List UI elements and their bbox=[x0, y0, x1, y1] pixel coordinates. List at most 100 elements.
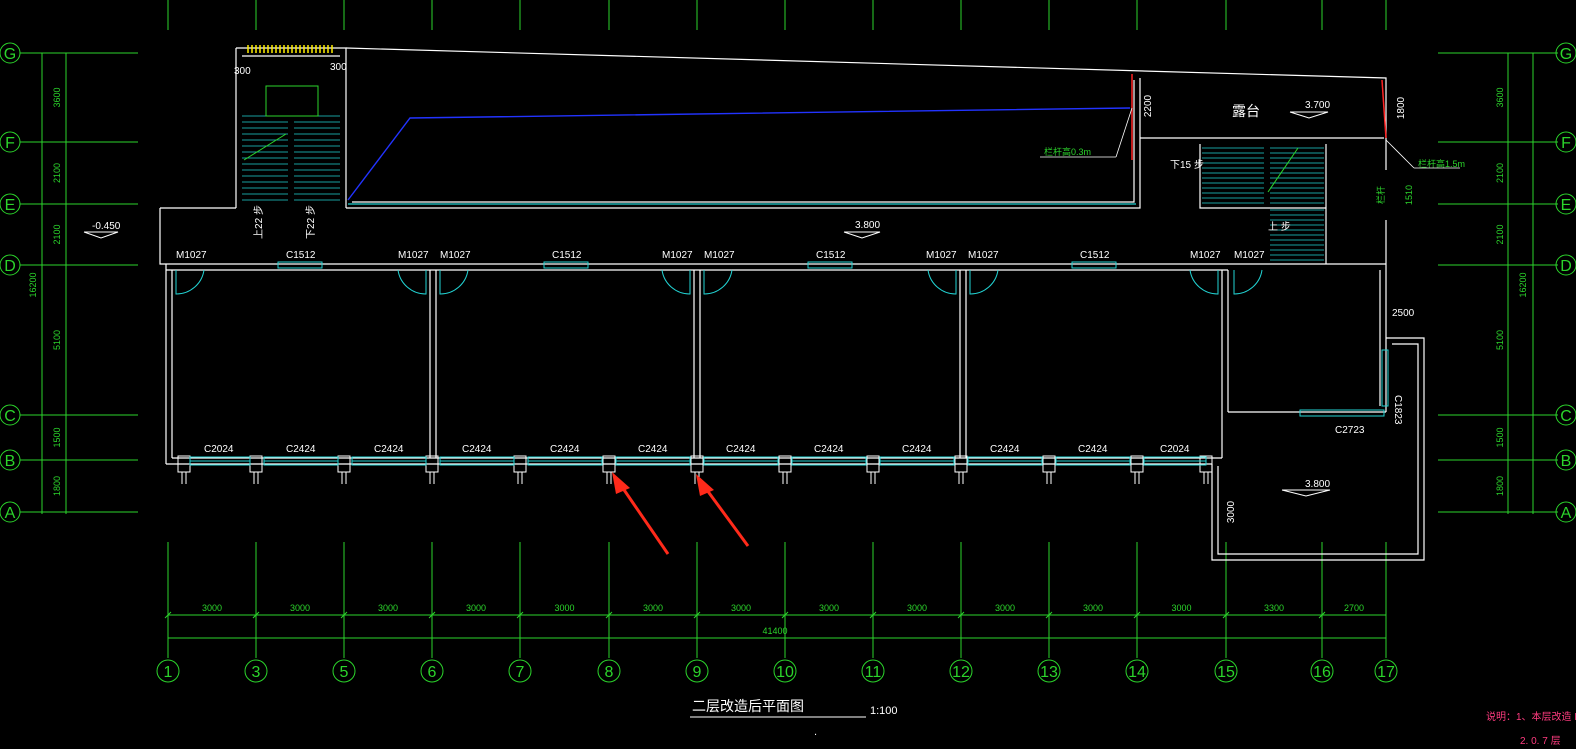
side-small-dim: 1510 bbox=[1404, 185, 1414, 205]
row-bubble-f-left: F bbox=[0, 131, 21, 153]
svg-text:10: 10 bbox=[776, 664, 794, 681]
dim-300-a: 300 bbox=[234, 66, 251, 77]
door-swing bbox=[439, 269, 469, 295]
right-dim: 3600 bbox=[1495, 87, 1505, 107]
svg-text:B: B bbox=[5, 453, 16, 470]
column-bubble-5: 5 bbox=[332, 659, 356, 683]
window-bottom-tag: C2024 bbox=[204, 444, 234, 455]
window-bottom-tag: C2424 bbox=[462, 444, 492, 455]
window-top bbox=[277, 261, 323, 269]
elevation-label-2: 3.800 bbox=[855, 220, 880, 231]
svg-text:8: 8 bbox=[605, 664, 614, 681]
svg-text:16: 16 bbox=[1313, 664, 1331, 681]
drawing-note-line2: 2. 0. 7 层 bbox=[1520, 735, 1561, 747]
column-bubble-16: 16 bbox=[1310, 659, 1334, 683]
window-bottom-tag: C2424 bbox=[1078, 444, 1108, 455]
door-swing bbox=[703, 269, 733, 295]
svg-text:7: 7 bbox=[516, 664, 525, 681]
dim-3000: 3000 bbox=[1226, 500, 1237, 523]
column-bubble-7: 7 bbox=[508, 659, 532, 683]
svg-text:F: F bbox=[5, 135, 15, 152]
column-bubble-11: 11 bbox=[861, 659, 885, 683]
right-total-dim: 16200 bbox=[1518, 272, 1528, 297]
svg-text:F: F bbox=[1561, 135, 1571, 152]
bay-dim: 2700 bbox=[1344, 603, 1364, 613]
blue-outline bbox=[347, 107, 1131, 201]
row-bubble-e-left: E bbox=[0, 193, 21, 215]
bay-dim: 3000 bbox=[731, 603, 751, 613]
dim-1800: 1800 bbox=[1396, 96, 1407, 119]
stair-right bbox=[1202, 147, 1324, 261]
stair-left bbox=[242, 85, 340, 201]
door-tag: M1027 bbox=[968, 250, 999, 261]
svg-text:D: D bbox=[4, 258, 16, 275]
left-dimension-labels: 3600 2100 2100 5100 1500 1800 bbox=[52, 87, 62, 496]
door-tag: M1027 bbox=[662, 250, 693, 261]
door-tag: M1027 bbox=[1190, 250, 1221, 261]
structural-columns bbox=[177, 455, 1213, 484]
column-bubble-13: 13 bbox=[1037, 659, 1061, 683]
drawing-note-line1: 说明：1、本层改造 R bbox=[1486, 710, 1576, 723]
bottom-window-tags: C2024 C2424 C2424 C2424 C2424 C2424 C2424 C2424… bbox=[204, 444, 1190, 455]
window-bottom-tag: C2424 bbox=[726, 444, 756, 455]
column-bubble-14: 14 bbox=[1125, 659, 1149, 683]
row-bubble-g-left: G bbox=[0, 42, 21, 64]
svg-text:11: 11 bbox=[865, 664, 882, 681]
window-bottom-tag: C2424 bbox=[990, 444, 1020, 455]
right-dim: 1800 bbox=[1495, 476, 1505, 496]
bay-dim: 3000 bbox=[643, 603, 663, 613]
column-axis-bubbles: 1 3 5 6 7 8 9 10 11 12 13 14 15 16 17 bbox=[156, 659, 1398, 683]
balcony-label: 露台 bbox=[1232, 103, 1260, 119]
door-swing bbox=[1189, 269, 1219, 295]
window-bottom-tag: C2424 bbox=[814, 444, 844, 455]
window-top bbox=[543, 261, 589, 269]
right-dim: 1500 bbox=[1495, 427, 1505, 447]
stair-label-down15: 下15 步 bbox=[1170, 159, 1204, 171]
row-bubble-g-right: G bbox=[1555, 42, 1576, 64]
row-bubble-e-right: E bbox=[1555, 193, 1576, 215]
svg-text:12: 12 bbox=[952, 664, 970, 681]
total-length-dim: 41400 bbox=[762, 626, 787, 636]
bay-dim: 3000 bbox=[466, 603, 486, 613]
window-top-tag: C1512 bbox=[286, 250, 316, 261]
svg-text:15: 15 bbox=[1217, 664, 1235, 681]
svg-text:G: G bbox=[4, 46, 16, 63]
svg-text:3: 3 bbox=[252, 664, 261, 681]
side-rail-label: 栏杆 bbox=[1375, 186, 1386, 204]
row-bubble-a-right: A bbox=[1555, 501, 1576, 523]
svg-text:14: 14 bbox=[1128, 664, 1146, 681]
door-tag: M1027 bbox=[704, 250, 735, 261]
window-side-2 bbox=[1299, 409, 1385, 417]
bay-dim: 3000 bbox=[995, 603, 1015, 613]
row-bubble-d-right: D bbox=[1555, 254, 1576, 276]
right-dimension-labels: 3600 2100 2100 5100 1500 1800 bbox=[1495, 87, 1505, 496]
column-bubble-6: 6 bbox=[420, 659, 444, 683]
side-window-tag-2: C2723 bbox=[1335, 425, 1365, 436]
left-dim: 2100 bbox=[52, 163, 62, 183]
building-walls bbox=[159, 47, 1425, 561]
window-top bbox=[807, 261, 853, 269]
axis-grid-lines bbox=[20, 0, 1558, 658]
svg-text:E: E bbox=[5, 197, 16, 214]
row-bubble-c-right: C bbox=[1555, 404, 1576, 426]
bay-dim: 3000 bbox=[907, 603, 927, 613]
svg-text:17: 17 bbox=[1377, 664, 1395, 681]
window-bottom-tag: C2424 bbox=[286, 444, 316, 455]
svg-text:B: B bbox=[1561, 453, 1572, 470]
stair-label-up: 上 步 bbox=[1268, 221, 1291, 233]
svg-text:13: 13 bbox=[1040, 664, 1058, 681]
row-bubble-d-left: D bbox=[0, 254, 21, 276]
rail-note-1: 栏杆高0.3m bbox=[1044, 146, 1091, 157]
bay-dim: 3000 bbox=[378, 603, 398, 613]
bay-dim: 3000 bbox=[1083, 603, 1103, 613]
door-swing bbox=[661, 269, 691, 295]
row-bubble-a-left: A bbox=[0, 501, 21, 523]
door-swings bbox=[175, 269, 1263, 295]
svg-text:E: E bbox=[1561, 197, 1572, 214]
bay-dim: 3000 bbox=[554, 603, 574, 613]
small-mark: . bbox=[814, 726, 817, 738]
dim-300-b: 300 bbox=[330, 62, 347, 73]
bay-dim: 3300 bbox=[1264, 603, 1284, 613]
door-tag: M1027 bbox=[1234, 250, 1265, 261]
column-bubble-12: 12 bbox=[949, 659, 973, 683]
